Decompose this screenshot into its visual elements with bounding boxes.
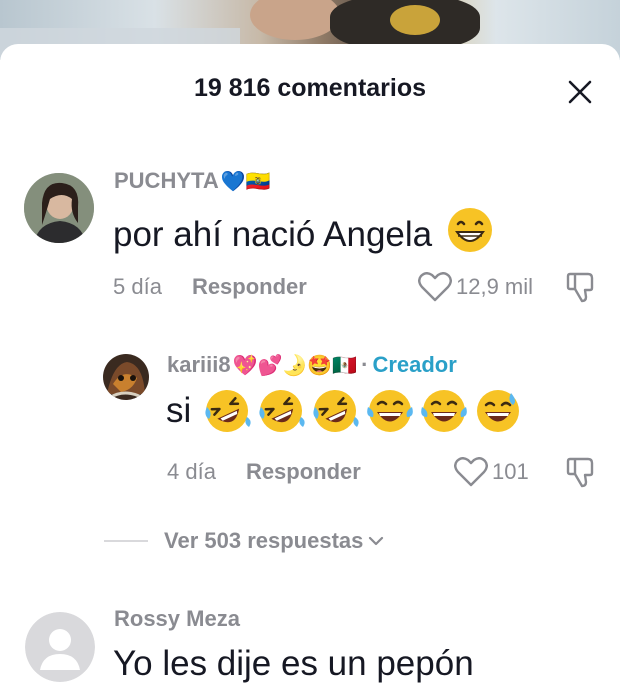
heart-icon — [454, 457, 488, 487]
thumbs-down-icon — [566, 457, 594, 488]
like-count: 101 — [492, 459, 529, 484]
reply-date: 4 día — [167, 459, 216, 484]
close-button[interactable] — [560, 72, 600, 112]
default-avatar-icon[interactable] — [25, 612, 95, 682]
comment-text: Yo les dije es un pepón — [113, 644, 474, 683]
chevron-down-icon — [369, 536, 384, 546]
tears-of-joy-emoji-icon: 😂 — [419, 387, 471, 435]
rolling-laughing-emoji-icon: 🤣 — [257, 387, 309, 435]
reply-username[interactable]: kariii8 💖💕🌛🤩🇲🇽 · Creador — [167, 352, 457, 378]
username-emojis: 💖💕🌛🤩🇲🇽 — [232, 353, 358, 377]
avatar[interactable] — [103, 354, 149, 400]
thumbs-down-icon — [566, 272, 594, 303]
reply-button[interactable]: Responder — [192, 274, 307, 300]
reply-meta: 4 día Responder — [167, 459, 361, 485]
rolling-laughing-emoji-icon: 🤣 — [311, 387, 363, 435]
comments-count-title: 19 816 comentarios — [193, 74, 427, 102]
reply-text: si 🤣🤣🤣😂😂😅 — [166, 387, 527, 435]
creator-badge: Creador — [372, 352, 457, 377]
comment-username[interactable]: Rossy Meza — [114, 606, 240, 632]
tears-of-joy-emoji-icon: 😂 — [365, 387, 417, 435]
heart-icon — [418, 272, 452, 302]
like-button[interactable]: 12,9 mil — [418, 272, 533, 302]
username-emojis: 💙🇪🇨 — [220, 169, 271, 193]
reply-emoji-row: 🤣🤣🤣😂😂😅 — [203, 387, 527, 435]
sweat-smile-emoji-icon: 😅 — [473, 387, 525, 435]
grinning-face-emoji-icon — [446, 206, 494, 263]
close-icon — [568, 80, 592, 104]
comments-header: 19 816 comentarios — [0, 44, 620, 134]
comment-text: por ahí nació Angela — [113, 206, 494, 263]
comment-meta: 5 día Responder — [113, 274, 307, 300]
view-replies-button[interactable]: Ver 503 respuestas — [104, 528, 385, 554]
like-button[interactable]: 101 — [454, 457, 529, 487]
comment-date: 5 día — [113, 274, 162, 299]
dislike-button[interactable] — [564, 270, 598, 309]
dislike-button[interactable] — [564, 455, 598, 494]
comment-username[interactable]: PUCHYTA 💙🇪🇨 — [114, 168, 271, 194]
comments-sheet: 19 816 comentarios PUCHYTA 💙🇪🇨 por ahí na… — [0, 44, 620, 700]
divider-line — [104, 540, 148, 542]
rolling-laughing-emoji-icon: 🤣 — [203, 387, 255, 435]
reply-button[interactable]: Responder — [246, 459, 361, 485]
avatar[interactable] — [24, 173, 94, 243]
like-count: 12,9 mil — [456, 274, 534, 299]
